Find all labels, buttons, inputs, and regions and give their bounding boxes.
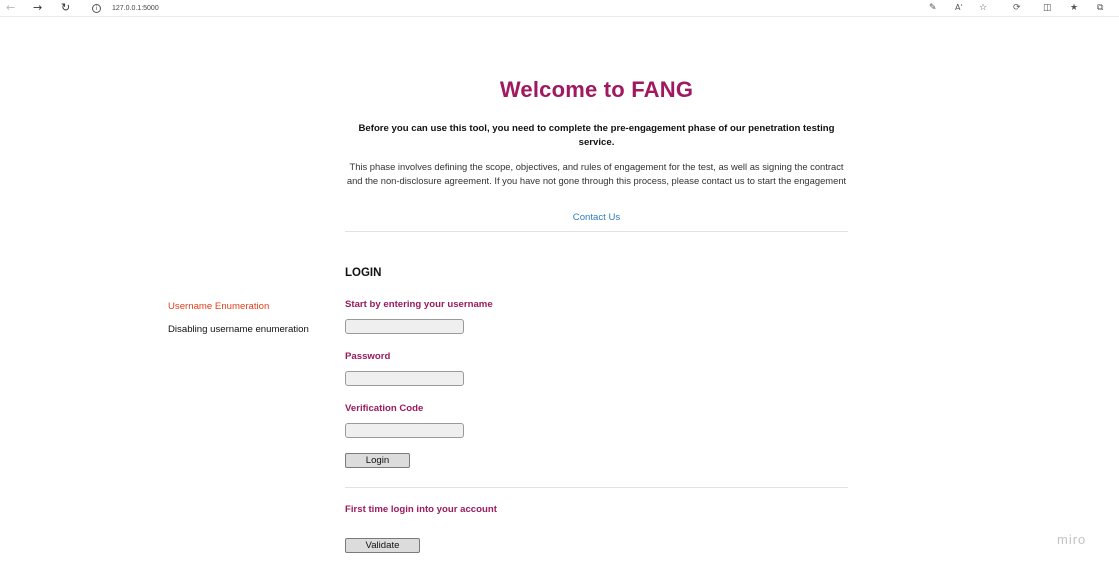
lead-text: Before you can use this tool, you need t… bbox=[358, 123, 835, 148]
login-button[interactable]: Login bbox=[345, 453, 410, 468]
login-heading: LOGIN bbox=[345, 267, 382, 279]
validate-button[interactable]: Validate bbox=[345, 538, 420, 553]
star-icon[interactable]: ☆ bbox=[979, 2, 987, 14]
url-text[interactable]: 127.0.0.1:5000 bbox=[112, 5, 159, 12]
header-divider bbox=[345, 231, 848, 232]
arrow-right-icon[interactable]: → bbox=[33, 1, 42, 14]
first-time-login-label: First time login into your account bbox=[345, 504, 497, 515]
miro-watermark: miro bbox=[1057, 532, 1087, 547]
arrow-left-icon[interactable]: ← bbox=[6, 1, 15, 14]
password-label: Password bbox=[345, 351, 391, 362]
split-screen-icon[interactable]: ◫ bbox=[1043, 2, 1052, 14]
info-icon[interactable]: i bbox=[92, 3, 101, 13]
sidebar-title: Username Enumeration bbox=[168, 301, 270, 312]
extensions-icon[interactable]: ⟳ bbox=[1013, 2, 1021, 14]
description-text: This phase involves defining the scope, … bbox=[346, 161, 847, 186]
username-input[interactable] bbox=[345, 319, 464, 334]
address-bar[interactable]: i 127.0.0.1:5000 bbox=[92, 1, 159, 15]
form-divider bbox=[345, 487, 848, 488]
contact-us-link[interactable]: Contact Us bbox=[345, 212, 848, 223]
page-title: Welcome to FANG bbox=[499, 77, 694, 102]
username-label: Start by entering your username bbox=[345, 299, 493, 310]
sidebar-subtitle: Disabling username enumeration bbox=[168, 324, 309, 335]
browser-toolbar: ← → ↻ i 127.0.0.1:5000 ✎ Aʿ ☆ ⟳ ◫ ★ ⧉ bbox=[0, 0, 1119, 17]
favorites-icon[interactable]: ★ bbox=[1070, 2, 1078, 14]
collections-icon[interactable]: ⧉ bbox=[1097, 2, 1103, 14]
verification-code-input[interactable] bbox=[345, 423, 464, 438]
read-aloud-icon[interactable]: Aʿ bbox=[955, 2, 963, 14]
password-input[interactable] bbox=[345, 371, 464, 386]
verification-code-label: Verification Code bbox=[345, 403, 424, 414]
reload-icon[interactable]: ↻ bbox=[61, 1, 70, 14]
pen-icon[interactable]: ✎ bbox=[929, 2, 937, 14]
